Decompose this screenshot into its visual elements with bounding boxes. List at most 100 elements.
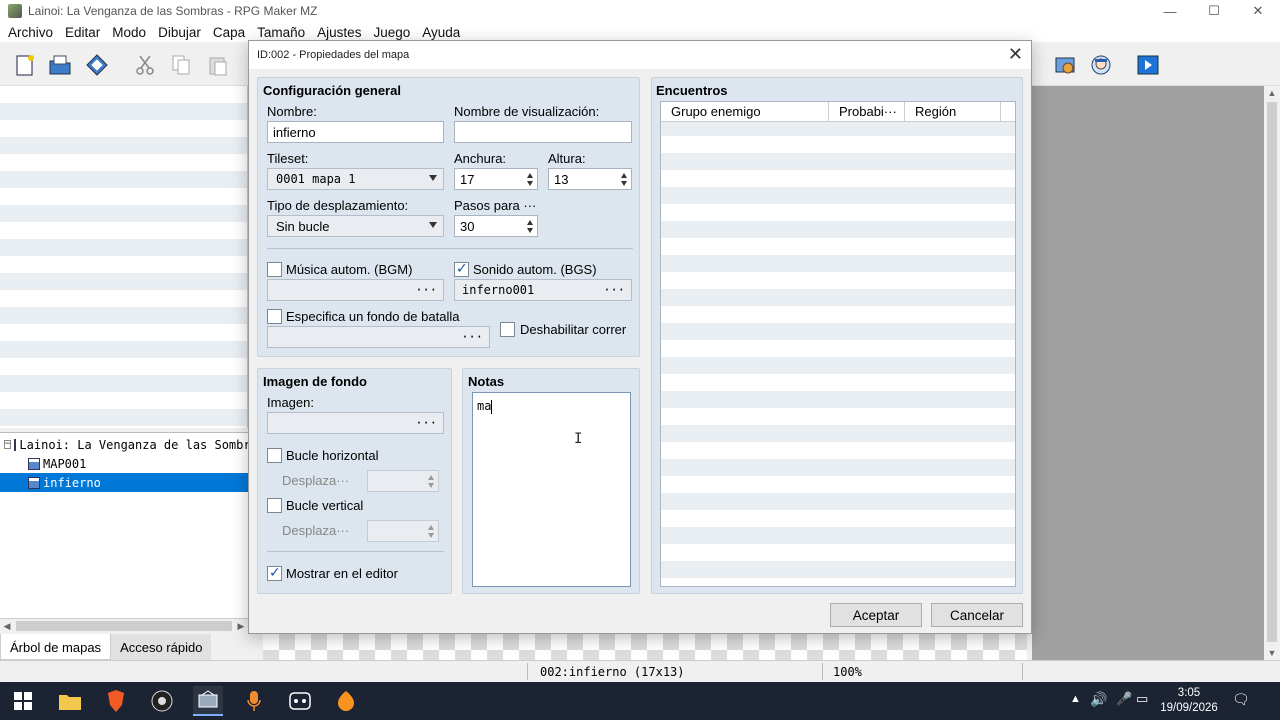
- paste-icon[interactable]: [205, 52, 231, 78]
- ok-button[interactable]: Aceptar: [830, 603, 922, 627]
- menu-ajustes[interactable]: Ajustes: [311, 25, 367, 40]
- spin-up-icon[interactable]: [428, 475, 434, 480]
- height-stepper[interactable]: 13: [548, 168, 632, 190]
- volume-icon[interactable]: 🔊: [1090, 691, 1107, 720]
- column-probability[interactable]: Probabi···: [829, 102, 905, 122]
- loop-vertical-checkbox[interactable]: [267, 498, 282, 513]
- display-name-input[interactable]: [454, 121, 632, 143]
- menu-tamano[interactable]: Tamaño: [251, 25, 311, 40]
- bgm-picker[interactable]: ···: [267, 279, 444, 301]
- column-region[interactable]: Región: [905, 102, 1001, 122]
- encounter-steps-stepper[interactable]: 30: [454, 215, 538, 237]
- scroll-thumb[interactable]: [16, 621, 232, 631]
- playtest-icon[interactable]: [1135, 52, 1161, 78]
- obs-icon[interactable]: [147, 686, 177, 716]
- parallax-image-picker[interactable]: ···: [267, 412, 444, 434]
- show-in-editor-label[interactable]: Mostrar en el editor: [286, 566, 398, 581]
- encounters-list[interactable]: Grupo enemigo Probabi··· Región: [660, 101, 1016, 587]
- tileset-select[interactable]: 0001 mapa 1: [267, 168, 444, 190]
- copy-icon[interactable]: [168, 52, 194, 78]
- spin-up-icon[interactable]: [527, 220, 533, 225]
- file-explorer-icon[interactable]: [55, 686, 85, 716]
- tileset-palette[interactable]: [0, 86, 248, 428]
- column-enemy-group[interactable]: Grupo enemigo: [661, 102, 829, 122]
- bgs-label[interactable]: Sonido autom. (BGS): [473, 262, 597, 277]
- windows-start-icon[interactable]: [8, 686, 38, 716]
- cancel-button[interactable]: Cancelar: [931, 603, 1023, 627]
- spin-down-icon[interactable]: [621, 181, 627, 186]
- microphone-icon[interactable]: 🎤: [1116, 691, 1132, 720]
- window-title: Lainoi: La Venganza de las Sombras - RPG…: [28, 4, 318, 18]
- battleback-checkbox[interactable]: [267, 309, 282, 324]
- spin-up-icon[interactable]: [621, 173, 627, 178]
- width-stepper[interactable]: 17: [454, 168, 538, 190]
- fl-studio-icon[interactable]: [331, 686, 361, 716]
- notes-textarea[interactable]: ma: [472, 392, 631, 587]
- map-vertical-scrollbar[interactable]: ▲ ▼: [1264, 86, 1280, 660]
- game-app-icon[interactable]: [285, 686, 315, 716]
- spin-down-icon[interactable]: [428, 483, 434, 488]
- menu-capa[interactable]: Capa: [207, 25, 251, 40]
- bgm-checkbox[interactable]: [267, 262, 282, 277]
- name-input[interactable]: infierno: [267, 121, 444, 143]
- scroll-down-icon[interactable]: ▼: [1264, 648, 1280, 658]
- menu-ayuda[interactable]: Ayuda: [416, 25, 466, 40]
- tab-quick-access[interactable]: Acceso rápido: [111, 634, 212, 660]
- collapse-icon[interactable]: −: [4, 440, 12, 449]
- show-hidden-icons-icon[interactable]: ▲: [1070, 693, 1081, 720]
- disable-dash-label[interactable]: Deshabilitar correr: [520, 322, 626, 337]
- voice-recorder-icon[interactable]: [239, 686, 269, 716]
- close-window-button[interactable]: ✕: [1236, 0, 1280, 22]
- tab-map-tree[interactable]: Árbol de mapas: [0, 634, 112, 660]
- clock[interactable]: 3:05 19/09/2026: [1158, 686, 1220, 716]
- menu-archivo[interactable]: Archivo: [2, 25, 59, 40]
- scroll-x-stepper[interactable]: [367, 470, 439, 492]
- tree-map-row-selected[interactable]: infierno: [0, 473, 248, 492]
- map-transparent-area: [263, 634, 1027, 660]
- resource-manager-icon[interactable]: [1052, 52, 1078, 78]
- minimize-button[interactable]: —: [1148, 0, 1192, 22]
- menu-modo[interactable]: Modo: [106, 25, 152, 40]
- menu-dibujar[interactable]: Dibujar: [152, 25, 207, 40]
- scroll-right-icon[interactable]: ▶: [234, 619, 248, 633]
- menu-juego[interactable]: Juego: [367, 25, 416, 40]
- brave-browser-icon[interactable]: [101, 686, 131, 716]
- loop-horizontal-label[interactable]: Bucle horizontal: [286, 448, 379, 463]
- spin-down-icon[interactable]: [527, 228, 533, 233]
- menu-editar[interactable]: Editar: [59, 25, 106, 40]
- loop-vertical-label[interactable]: Bucle vertical: [286, 498, 363, 513]
- bgm-label[interactable]: Música autom. (BGM): [286, 262, 412, 277]
- bgs-picker[interactable]: inferno001 ···: [454, 279, 632, 301]
- rpg-maker-icon[interactable]: [193, 686, 223, 716]
- close-icon[interactable]: ✕: [1008, 44, 1023, 65]
- text-caret: [491, 399, 493, 414]
- scroll-type-select[interactable]: Sin bucle: [267, 215, 444, 237]
- tree-project-row[interactable]: − Lainoi: La Venganza de las Sombras: [0, 435, 248, 454]
- network-icon[interactable]: ▭: [1136, 691, 1148, 720]
- scroll-thumb[interactable]: [1267, 102, 1277, 642]
- battleback-label[interactable]: Especifica un fondo de batalla: [286, 309, 459, 324]
- tree-map-row[interactable]: MAP001: [0, 454, 248, 473]
- scroll-up-icon[interactable]: ▲: [1264, 88, 1280, 98]
- chevron-down-icon: [429, 222, 437, 228]
- tree-horizontal-scrollbar[interactable]: ◀ ▶: [0, 618, 248, 633]
- character-generator-icon[interactable]: [1088, 52, 1114, 78]
- new-project-icon[interactable]: [12, 52, 38, 78]
- scroll-y-stepper[interactable]: [367, 520, 439, 542]
- show-in-editor-checkbox[interactable]: [267, 564, 282, 581]
- spin-up-icon[interactable]: [527, 173, 533, 178]
- maximize-button[interactable]: ☐: [1192, 0, 1236, 22]
- spin-down-icon[interactable]: [428, 533, 434, 538]
- disable-dash-checkbox[interactable]: [500, 322, 515, 337]
- loop-horizontal-checkbox[interactable]: [267, 448, 282, 463]
- spin-down-icon[interactable]: [527, 181, 533, 186]
- map-canvas[interactable]: [1032, 86, 1264, 660]
- cut-icon[interactable]: [132, 52, 158, 78]
- open-project-icon[interactable]: [47, 52, 73, 78]
- notification-icon[interactable]: 🗨: [1232, 691, 1250, 720]
- spin-up-icon[interactable]: [428, 525, 434, 530]
- battleback-picker[interactable]: ···: [267, 326, 490, 348]
- save-project-icon[interactable]: [84, 52, 110, 78]
- bgs-checkbox[interactable]: [454, 260, 469, 277]
- scroll-left-icon[interactable]: ◀: [0, 619, 14, 633]
